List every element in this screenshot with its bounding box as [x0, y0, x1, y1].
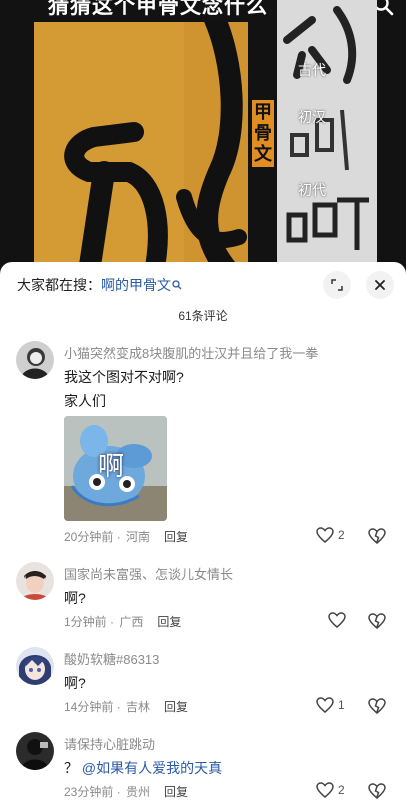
- avatar[interactable]: [16, 341, 54, 379]
- search-icon: [172, 280, 182, 290]
- like-button[interactable]: 1: [316, 697, 345, 713]
- reply-button[interactable]: 回复: [164, 700, 188, 714]
- label-char-1: 甲: [254, 102, 272, 122]
- comment-count: 61条评论: [178, 309, 228, 323]
- like-button[interactable]: [328, 612, 350, 628]
- comment-time: 23分钟前: [64, 785, 114, 799]
- heart-icon: [316, 527, 334, 543]
- reply-button[interactable]: 回复: [164, 785, 188, 799]
- close-icon: [375, 280, 385, 290]
- dislike-heart-icon[interactable]: [368, 613, 386, 629]
- video-title: 猜猜这个甲骨文念什么: [48, 0, 268, 18]
- comment-location: 广西: [119, 615, 144, 629]
- search-suggestion-keyword[interactable]: 啊的甲骨文: [101, 277, 171, 293]
- label-char-3: 文: [254, 144, 272, 164]
- comment-username[interactable]: 请保持心脏跳动: [64, 734, 155, 753]
- comment-time: 20分钟前: [64, 530, 114, 544]
- label-char-2: 骨: [254, 123, 272, 143]
- comment-text-prefix: ？: [64, 760, 78, 776]
- expand-button[interactable]: [323, 271, 351, 299]
- comment-meta: 14分钟前 · 吉林 回复: [64, 700, 189, 714]
- comment-text-line-1: 啊?: [64, 590, 86, 606]
- comment-item: 小猫突然变成8块腹肌的壮汉并且给了我一拳 我这个图对不对啊? 家人们 啊 20分…: [0, 341, 406, 551]
- era-label-modern: 初代: [298, 182, 326, 198]
- comment-meta: 1分钟前 · 广西 回复: [64, 615, 182, 629]
- mention-link[interactable]: @如果有人爱我的天真: [82, 760, 222, 776]
- avatar[interactable]: [16, 647, 54, 685]
- sheet-header: 大家都在搜：啊的甲骨文: [0, 262, 406, 306]
- comment-meta: 20分钟前 · 河南 回复: [64, 530, 189, 544]
- comment-username[interactable]: 酸奶软糖#86313: [64, 649, 159, 668]
- like-count: 2: [338, 528, 345, 542]
- comment-image[interactable]: 啊: [64, 416, 167, 521]
- comment-username[interactable]: 国家尚未富强、怎谈儿女情长: [64, 564, 233, 583]
- era-label-ancient: 古代: [298, 62, 326, 78]
- oracle-bone-label: 甲 骨 文: [252, 100, 274, 167]
- dislike-heart-icon[interactable]: [368, 698, 386, 714]
- like-button[interactable]: 2: [316, 782, 345, 798]
- comment-location: 吉林: [126, 700, 151, 714]
- oracle-bone-calligraphy-image: [34, 22, 248, 268]
- comment-item: 酸奶软糖#86313 啊? 14分钟前 · 吉林 回复 1: [0, 647, 406, 717]
- heart-icon: [316, 782, 334, 798]
- comment-time: 1分钟前: [64, 615, 107, 629]
- comment-location: 贵州: [126, 785, 151, 799]
- comment-text-line-1: 我这个图对不对啊?: [64, 369, 184, 385]
- comment-text-line-1: ？ @如果有人爱我的天真: [64, 758, 222, 778]
- comment-item: 国家尚未富强、怎谈儿女情长 啊? 1分钟前 · 广西 回复: [0, 562, 406, 632]
- comment-meta: 23分钟前 · 贵州 回复: [64, 785, 189, 799]
- expand-icon: [331, 279, 343, 291]
- comment-image-caption: 啊: [98, 451, 125, 481]
- like-button[interactable]: 2: [316, 527, 345, 543]
- close-button[interactable]: [366, 271, 394, 299]
- like-count: 2: [338, 783, 345, 797]
- avatar[interactable]: [16, 732, 54, 770]
- comment-item: 请保持心脏跳动 ？ @如果有人爱我的天真 23分钟前 · 贵州 回复 2: [0, 732, 406, 800]
- reply-button[interactable]: 回复: [157, 615, 181, 629]
- comment-sheet: 大家都在搜：啊的甲骨文 61条评论 小猫突然变成8块腹肌的壮汉并且给了我一拳 我…: [0, 262, 406, 800]
- character-evolution-image: [277, 0, 377, 268]
- dislike-heart-icon[interactable]: [368, 528, 386, 544]
- reply-button[interactable]: 回复: [164, 530, 188, 544]
- search-suggestion-prefix: 大家都在搜：: [17, 277, 101, 293]
- comment-location: 河南: [126, 530, 151, 544]
- video-player[interactable]: 猜猜这个甲骨文念什么 甲 骨 文 古代 初汉 初代: [0, 0, 406, 270]
- comment-time: 14分钟前: [64, 700, 114, 714]
- search-suggestion[interactable]: 大家都在搜：啊的甲骨文: [17, 275, 182, 295]
- heart-icon: [328, 612, 346, 628]
- comment-text-line-2: 家人们: [64, 393, 106, 409]
- era-label-early-han: 初汉: [298, 109, 326, 125]
- like-count: 1: [338, 698, 345, 712]
- heart-icon: [316, 697, 334, 713]
- avatar[interactable]: [16, 562, 54, 600]
- comment-username[interactable]: 小猫突然变成8块腹肌的壮汉并且给了我一拳: [64, 343, 318, 362]
- comment-text-line-1: 啊?: [64, 675, 86, 691]
- dislike-heart-icon[interactable]: [368, 783, 386, 799]
